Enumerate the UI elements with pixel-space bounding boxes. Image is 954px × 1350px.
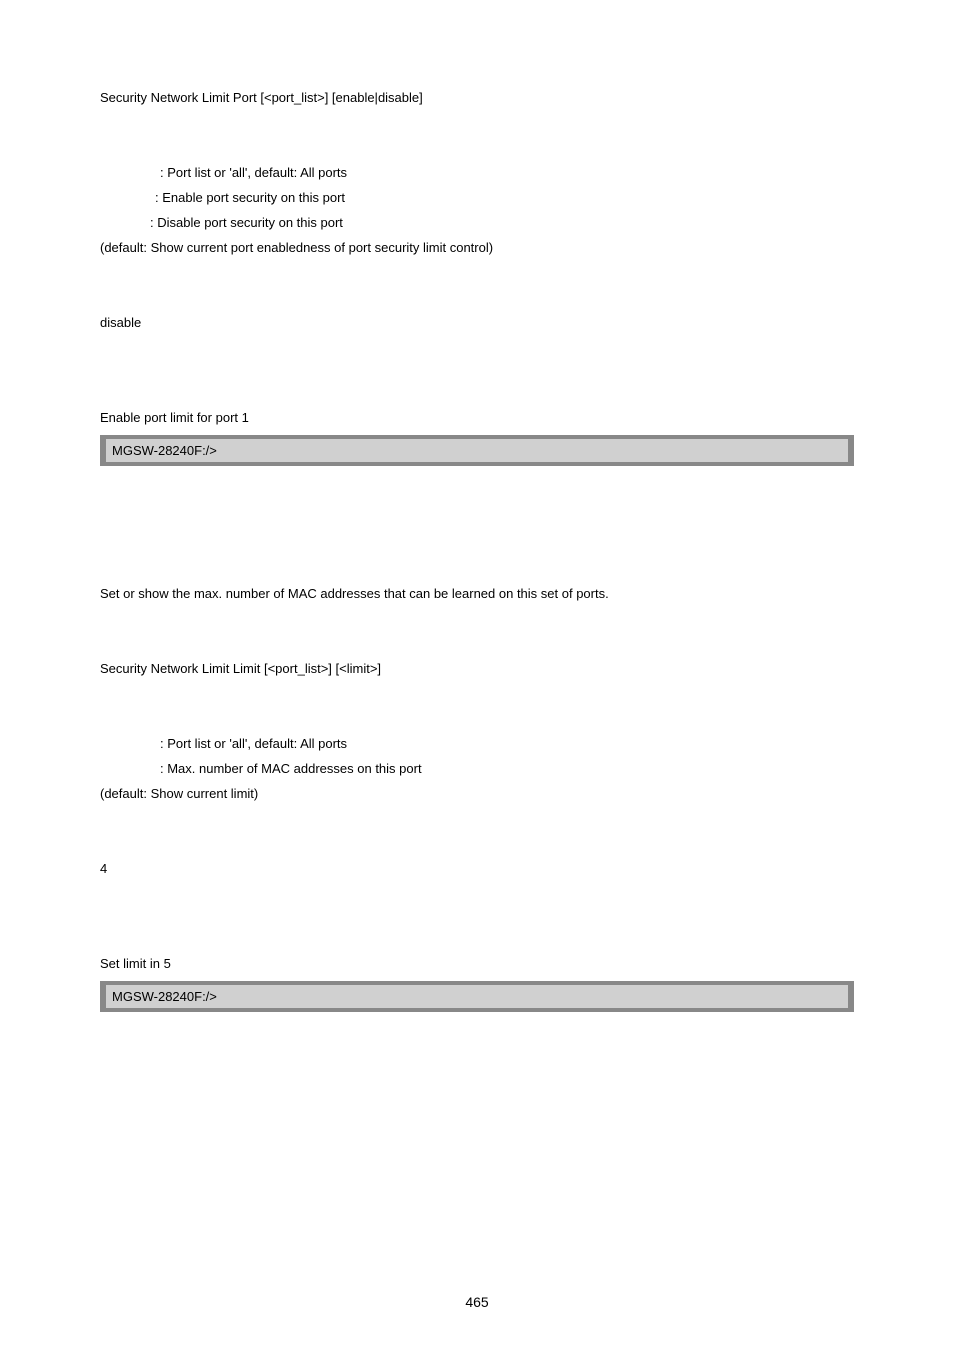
terminal-box: MGSW-28240F:/> xyxy=(100,981,854,1012)
syntax-text: Security Network Limit Port [<port_list>… xyxy=(100,90,854,105)
page-number: 465 xyxy=(0,1294,954,1310)
terminal-prompt: MGSW-28240F:/> xyxy=(112,989,217,1004)
default-note: (default: Show current limit) xyxy=(100,786,854,801)
param-line: : Port list or 'all', default: All ports xyxy=(100,736,854,751)
example-note: Enable port limit for port 1 xyxy=(100,410,854,425)
default-value: 4 xyxy=(100,861,854,876)
example-note: Set limit in 5 xyxy=(100,956,854,971)
terminal-box: MGSW-28240F:/> xyxy=(100,435,854,466)
default-note: (default: Show current port enabledness … xyxy=(100,240,854,255)
param-line: : Max. number of MAC addresses on this p… xyxy=(100,761,854,776)
syntax-text: Security Network Limit Limit [<port_list… xyxy=(100,661,854,676)
default-value: disable xyxy=(100,315,854,330)
description-text: Set or show the max. number of MAC addre… xyxy=(100,586,854,601)
param-line: : Port list or 'all', default: All ports xyxy=(100,165,854,180)
param-line: : Enable port security on this port xyxy=(100,190,854,205)
terminal-prompt: MGSW-28240F:/> xyxy=(112,443,217,458)
param-line: : Disable port security on this port xyxy=(100,215,854,230)
